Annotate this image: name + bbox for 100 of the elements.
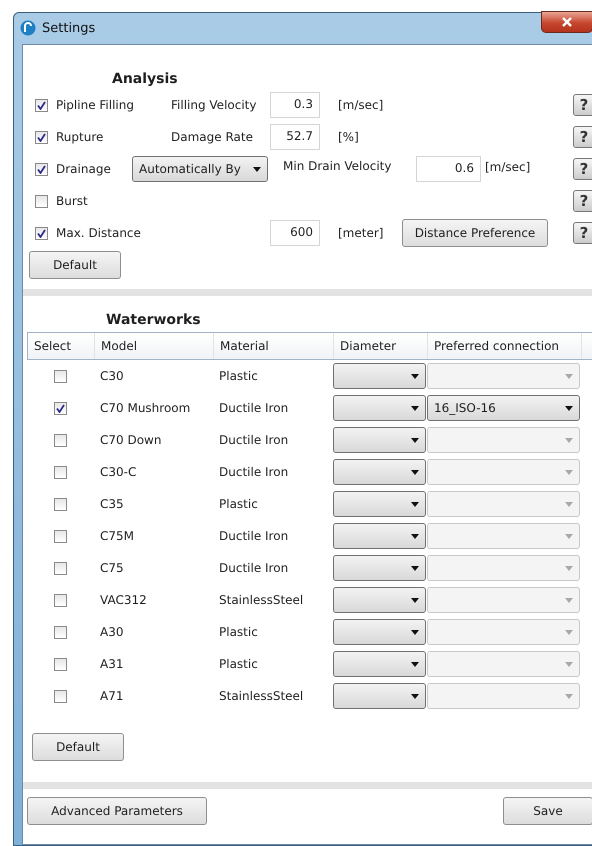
- caret-icon: [565, 662, 573, 666]
- checkbox[interactable]: [54, 594, 67, 606]
- table-cell-text: C75M: [99, 529, 136, 543]
- checkbox[interactable]: [35, 162, 48, 176]
- option-label: Rupture: [56, 130, 104, 144]
- checkbox[interactable]: [54, 530, 67, 542]
- help-button[interactable]: ?: [573, 126, 592, 148]
- input-field[interactable]: 0.3: [270, 92, 320, 118]
- column-header[interactable]: Select: [28, 333, 95, 359]
- close-button[interactable]: [541, 11, 592, 33]
- close-icon: [562, 17, 572, 27]
- column-header[interactable]: Preferred connection: [428, 333, 582, 359]
- diameter-dropdown[interactable]: [333, 555, 426, 581]
- checkbox[interactable]: [54, 370, 67, 382]
- input-field[interactable]: 52.7: [270, 124, 320, 150]
- caret-icon: [411, 534, 419, 538]
- checkbox[interactable]: [54, 402, 67, 414]
- table-cell-text: Ductile Iron: [218, 465, 290, 479]
- input-field[interactable]: 600: [270, 220, 320, 246]
- advanced-parameters-button[interactable]: Advanced Parameters: [27, 797, 207, 825]
- diameter-dropdown[interactable]: [333, 683, 426, 709]
- help-button[interactable]: ?: [573, 94, 592, 116]
- checkbox[interactable]: [35, 98, 48, 112]
- default-button[interactable]: Default: [32, 733, 124, 761]
- checkbox[interactable]: [54, 690, 67, 702]
- table-cell-text: A31: [99, 657, 124, 671]
- caret-icon: [411, 598, 419, 602]
- diameter-dropdown[interactable]: [333, 491, 426, 517]
- help-button[interactable]: ?: [573, 158, 592, 180]
- table-cell-text: C30-C: [99, 465, 138, 479]
- connection-dropdown[interactable]: 16_ISO-16: [427, 395, 580, 421]
- caret-icon: [565, 534, 573, 538]
- table-cell-text: C30: [99, 369, 125, 383]
- table-cell-text: Ductile Iron: [218, 401, 290, 415]
- option-label: Drainage: [56, 162, 111, 176]
- table-cell-text: C70 Down: [99, 433, 162, 447]
- caret-icon: [411, 566, 419, 570]
- caret-icon: [565, 502, 573, 506]
- app-icon: [20, 20, 36, 36]
- table-cell-text: Ductile Iron: [218, 529, 290, 543]
- diameter-dropdown[interactable]: [333, 651, 426, 677]
- diameter-dropdown[interactable]: [333, 523, 426, 549]
- help-button[interactable]: ?: [573, 190, 592, 212]
- checkbox[interactable]: [54, 658, 67, 670]
- field-label: Damage Rate: [171, 130, 254, 144]
- checkbox[interactable]: [35, 130, 48, 144]
- table-cell-text: A71: [99, 689, 124, 703]
- checkbox[interactable]: [54, 434, 67, 446]
- caret-icon: [565, 598, 573, 602]
- diameter-dropdown[interactable]: [333, 587, 426, 613]
- section-title: Analysis: [111, 70, 179, 87]
- column-header[interactable]: Model: [95, 333, 214, 359]
- help-button[interactable]: ?: [573, 222, 592, 244]
- checkbox[interactable]: [54, 498, 67, 510]
- save-button[interactable]: Save: [503, 797, 592, 825]
- checkbox[interactable]: [35, 226, 48, 240]
- table-cell-text: C70 Mushroom: [99, 401, 192, 415]
- caret-icon: [565, 438, 573, 442]
- caret-icon: [411, 470, 419, 474]
- caret-icon: [565, 374, 573, 378]
- table-cell-text: StainlessSteel: [218, 593, 304, 607]
- default-button[interactable]: Default: [29, 251, 121, 279]
- caret-icon: [411, 630, 419, 634]
- field-label: Min Drain Velocity: [283, 159, 392, 173]
- caret-icon: [411, 374, 419, 378]
- checkbox[interactable]: [54, 466, 67, 478]
- table-cell-text: Plastic: [218, 497, 259, 511]
- diameter-dropdown[interactable]: [333, 427, 426, 453]
- table-cell-text: Plastic: [218, 625, 259, 639]
- caret-icon: [565, 630, 573, 634]
- unit-label: [m/sec]: [485, 160, 530, 174]
- option-label: Max. Distance: [56, 226, 141, 240]
- input-field[interactable]: 0.6: [416, 156, 481, 182]
- unit-label: [%]: [338, 130, 359, 144]
- caret-icon: [565, 470, 573, 474]
- caret-icon: [565, 406, 573, 410]
- field-label: Filling Velocity: [171, 98, 258, 112]
- unit-label: [m/sec]: [338, 98, 384, 112]
- column-header[interactable]: Diameter: [334, 333, 428, 359]
- caret-icon: [253, 166, 261, 172]
- column-header[interactable]: Material: [214, 333, 334, 359]
- caret-icon: [411, 694, 419, 698]
- distance-preference-button[interactable]: Distance Preference: [402, 219, 548, 247]
- checkbox[interactable]: [54, 626, 67, 638]
- checkbox[interactable]: [35, 194, 48, 208]
- window-title: Settings: [42, 20, 96, 36]
- section-title: Waterworks: [105, 311, 202, 328]
- caret-icon: [411, 406, 419, 410]
- table-cell-text: C75: [99, 561, 125, 575]
- checkbox[interactable]: [54, 562, 67, 574]
- diameter-dropdown[interactable]: [333, 459, 426, 485]
- diameter-dropdown[interactable]: [333, 395, 426, 421]
- dropdown[interactable]: Automatically By: [132, 156, 268, 182]
- unit-label: [meter]: [338, 226, 384, 240]
- diameter-dropdown[interactable]: [333, 363, 426, 389]
- diameter-dropdown[interactable]: [333, 619, 426, 645]
- table-cell-text: Ductile Iron: [218, 561, 290, 575]
- table-cell-text: StainlessSteel: [218, 689, 304, 703]
- table-cell-text: Ductile Iron: [218, 433, 290, 447]
- table-cell-text: VAC312: [99, 593, 148, 607]
